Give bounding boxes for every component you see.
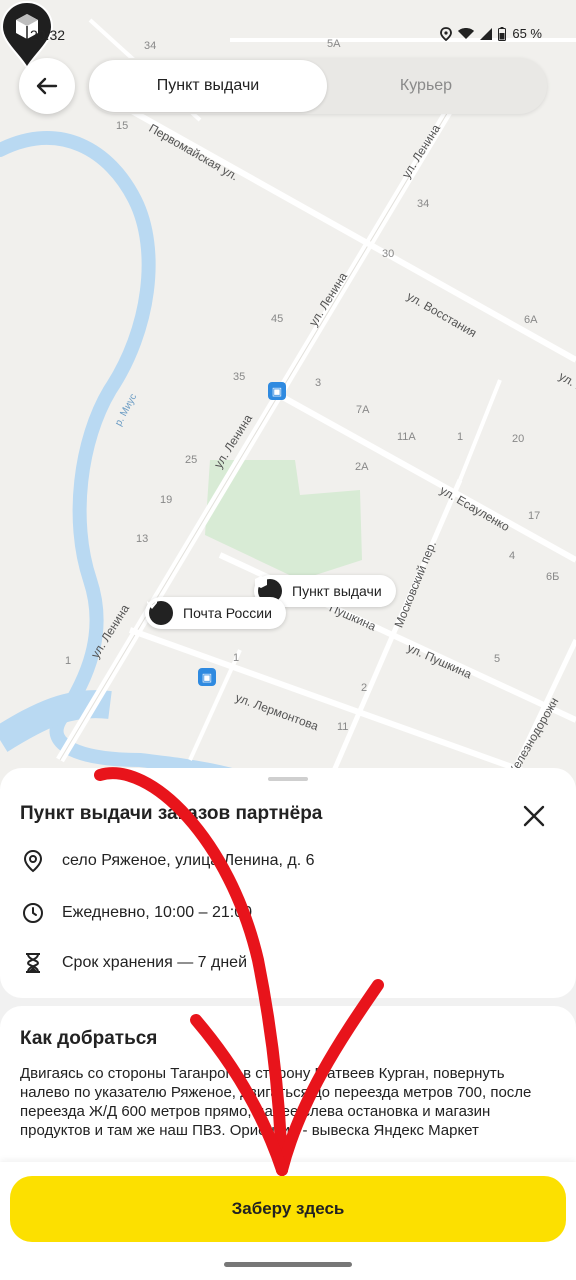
location-status-icon — [440, 26, 453, 41]
pickup-chip-label: Пункт выдачи — [292, 583, 382, 599]
tab-courier[interactable]: Курьер — [307, 60, 545, 112]
battery-icon — [498, 26, 507, 41]
map[interactable]: Первомайская ул. ул. Ленина ул. Ленина у… — [0, 0, 576, 800]
house-number: 1 — [233, 652, 240, 664]
house-number: 35 — [233, 371, 246, 383]
signal-icon — [480, 27, 493, 40]
clock-icon — [20, 900, 46, 926]
house-number: 30 — [382, 248, 395, 260]
directions-text: Двигаясь со стороны Таганрога в сторону … — [20, 1065, 532, 1139]
bus-stop-icon[interactable]: ▣ — [198, 668, 216, 686]
house-number: 2A — [355, 461, 369, 473]
house-number: 1 — [457, 431, 464, 443]
house-number: 45 — [271, 313, 284, 325]
battery-percent: 65 % — [512, 26, 542, 41]
post-office-chip[interactable]: Почта России — [145, 597, 286, 629]
post-icon — [147, 601, 173, 625]
post-chip-label: Почта России — [183, 605, 272, 621]
house-number: 1 — [65, 655, 72, 667]
hours-row: Ежедневно, 10:00 – 21:00 — [20, 898, 252, 928]
storage-row: Срок хранения — 7 дней — [20, 948, 247, 978]
house-number: 6Б — [546, 571, 560, 583]
wifi-icon — [458, 27, 475, 39]
house-number: 17 — [528, 510, 541, 522]
map-canvas — [0, 18, 576, 800]
back-arrow-icon — [36, 77, 58, 95]
house-number: 19 — [160, 494, 173, 506]
house-number: 4 — [509, 550, 516, 562]
pick-up-here-button[interactable]: Заберу здесь — [10, 1176, 566, 1242]
delivery-mode-toggle[interactable]: Пункт выдачи Курьер — [87, 58, 547, 114]
house-number: 11 — [337, 721, 349, 733]
house-number: 15 — [116, 120, 129, 132]
house-number: 20 — [512, 433, 525, 445]
close-icon — [523, 805, 545, 827]
house-number: 34 — [417, 198, 430, 210]
house-number: 13 — [136, 533, 149, 545]
home-indicator[interactable] — [224, 1262, 352, 1267]
location-pin-icon — [20, 848, 46, 874]
house-number: 3 — [315, 377, 322, 389]
status-icons: 65 % — [440, 26, 542, 41]
storage-text: Срок хранения — 7 дней — [62, 954, 248, 971]
house-number: 11A — [397, 431, 416, 443]
bus-stop-icon[interactable]: ▣ — [268, 382, 286, 400]
action-footer: Заберу здесь — [0, 1162, 576, 1280]
house-number: 5 — [494, 653, 501, 665]
close-button[interactable] — [518, 800, 550, 832]
address-text: село Ряженое, улица Ленина, д. 6 — [62, 852, 315, 869]
pickup-info-card: Пункт выдачи заказов партнёра село Ряжен… — [0, 768, 576, 998]
status-time: 20:32 — [30, 27, 66, 43]
hourglass-icon — [20, 950, 46, 976]
hours-text: Ежедневно, 10:00 – 21:00 — [62, 904, 252, 921]
house-number: 25 — [185, 454, 198, 466]
pickup-title: Пункт выдачи заказов партнёра — [20, 803, 323, 824]
directions-title: Как добраться — [20, 1028, 158, 1049]
status-bar: 20:32 65 % — [0, 20, 576, 50]
house-number: 6A — [524, 314, 538, 326]
house-number: 7A — [356, 404, 370, 416]
sheet-drag-handle[interactable] — [268, 777, 308, 781]
back-button[interactable] — [19, 58, 75, 114]
address-row: село Ряженое, улица Ленина, д. 6 — [20, 846, 315, 876]
house-number: 2 — [361, 682, 368, 694]
tab-pickup-point[interactable]: Пункт выдачи — [89, 60, 327, 112]
